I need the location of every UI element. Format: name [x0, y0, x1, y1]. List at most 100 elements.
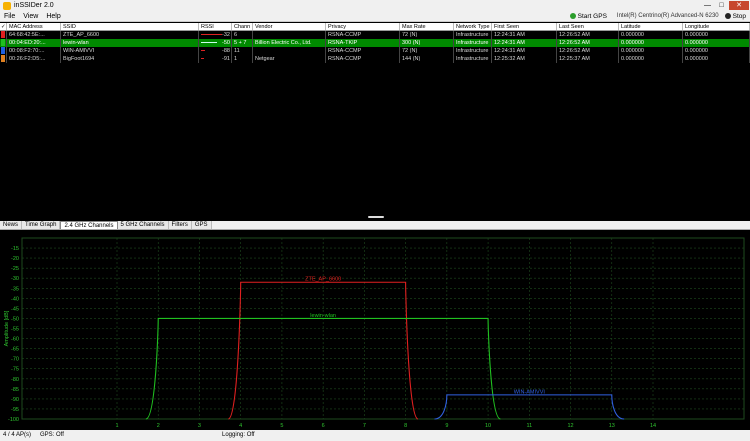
x-tick-label: 6	[322, 423, 325, 429]
start-gps-button[interactable]: Start GPS	[569, 13, 607, 20]
mac-cell: 00:04:ED:20:...	[7, 39, 61, 47]
y-tick-label: -80	[11, 377, 19, 383]
col-vendor-header[interactable]: Vendor	[253, 23, 326, 30]
mac-cell: 00:26:F2:D5:...	[7, 55, 61, 63]
series-color-swatch	[1, 47, 5, 54]
col-maxrate-header[interactable]: Max Rate	[400, 23, 454, 30]
lastseen-cell: 12:25:37 AM	[557, 55, 619, 63]
privacy-cell: RSNA-CCMP	[326, 55, 400, 63]
tab-filters[interactable]: Filters	[168, 221, 192, 229]
channel-cell: 6	[232, 31, 253, 39]
x-tick-label: 2	[157, 423, 160, 429]
menu-help[interactable]: Help	[42, 13, 64, 20]
lastseen-cell: 12:26:52 AM	[557, 31, 619, 39]
firstseen-cell: 12:24:31 AM	[492, 47, 557, 55]
app-icon	[3, 1, 11, 10]
splitter-handle[interactable]	[368, 216, 384, 218]
rssi-bar	[201, 50, 205, 52]
rssi-bar	[201, 42, 217, 44]
y-tick-label: -95	[11, 407, 19, 413]
mac-cell: 00:08:F2:70:...	[7, 47, 61, 55]
channel-graph: -15 -20 -25 -30 -35 -40 -45 -50 -55 -60 -65 -70 -75 -…	[0, 230, 750, 430]
stop-button[interactable]: Stop	[724, 12, 746, 20]
x-tick-label: 7	[363, 423, 366, 429]
latitude-cell: 0.000000	[619, 39, 683, 47]
ssid-cell: BigFoot1694	[61, 55, 199, 63]
table-header: ✓ MAC Address SSID RSSI Chann Vendor Pri…	[0, 23, 750, 31]
ssid-cell: ZTE_AP_6600	[61, 31, 199, 39]
series-label: ZTE_AP_6600	[305, 277, 341, 283]
col-rssi-header[interactable]: RSSI	[199, 23, 232, 30]
longitude-cell: 0.000000	[683, 31, 750, 39]
x-tick-label: 11	[526, 423, 532, 429]
table-row[interactable]: 00:04:ED:20:... lewin-wlan -50 5 + 7 Billion…	[0, 39, 750, 47]
maxrate-cell: 300 (N)	[400, 39, 454, 47]
table-row[interactable]: 64:68:42:5E:... ZTE_AP_6600 -32 6 RSNA-CCMP 7…	[0, 31, 750, 39]
minimize-button[interactable]: —	[701, 1, 714, 10]
network-table: ✓ MAC Address SSID RSSI Chann Vendor Pri…	[0, 23, 750, 63]
y-tick-label: -90	[11, 397, 19, 403]
longitude-cell: 0.000000	[683, 55, 750, 63]
latitude-cell: 0.000000	[619, 47, 683, 55]
tab-5ghz-channels[interactable]: 5 GHz Channels	[117, 221, 169, 229]
row-checkbox[interactable]	[0, 47, 7, 55]
y-tick-label: -55	[11, 327, 19, 333]
y-axis-label: Amplitude [dB]	[4, 310, 10, 346]
stop-icon	[724, 13, 731, 19]
row-checkbox[interactable]	[0, 39, 7, 47]
channel-chart: -15 -20 -25 -30 -35 -40 -45 -50 -55 -60 -65 -70 -75 -…	[4, 237, 745, 429]
col-longitude-header[interactable]: Longitude	[683, 23, 750, 30]
row-checkbox[interactable]	[0, 31, 7, 39]
title-bar: inSSIDer 2.0 — □ ✕	[0, 0, 750, 11]
close-button[interactable]: ✕	[729, 1, 749, 10]
col-check-header[interactable]: ✓	[0, 23, 7, 30]
col-firstseen-header[interactable]: First Seen	[492, 23, 557, 30]
rssi-cell: -88	[199, 47, 232, 55]
tab-gps[interactable]: GPS	[191, 221, 212, 229]
tab-24ghz-channels[interactable]: 2.4 GHz Channels	[60, 221, 118, 229]
row-checkbox[interactable]	[0, 55, 7, 63]
maxrate-cell: 72 (N)	[400, 47, 454, 55]
rssi-cell: -91	[199, 55, 232, 63]
series-label: WIN-AMIVVI	[514, 389, 546, 395]
tab-time-graph[interactable]: Time Graph	[22, 221, 61, 229]
longitude-cell: 0.000000	[683, 47, 750, 55]
menu-file[interactable]: File	[0, 13, 19, 20]
y-tick-label: -100	[8, 417, 19, 423]
x-tick-label: 1	[115, 423, 118, 429]
privacy-cell: RSNA-CCMP	[326, 31, 400, 39]
rssi-value: -32	[222, 32, 230, 38]
privacy-cell: RSNA-CCMP	[326, 47, 400, 55]
gps-icon	[569, 13, 576, 19]
x-tick-label: 4	[239, 423, 242, 429]
y-tick-label: -35	[11, 286, 19, 292]
y-tick-label: -30	[11, 276, 19, 282]
ssid-cell: WIN-AMIVVI	[61, 47, 199, 55]
y-tick-label: -60	[11, 337, 19, 343]
channel-cell: 1	[232, 55, 253, 63]
firstseen-cell: 12:25:32 AM	[492, 55, 557, 63]
maximize-button[interactable]: □	[715, 1, 728, 10]
col-nettype-header[interactable]: Network Type	[454, 23, 492, 30]
col-privacy-header[interactable]: Privacy	[326, 23, 400, 30]
table-row[interactable]: 00:26:F2:D5:... BigFoot1694 -91 1 Netgear RSN…	[0, 55, 750, 63]
col-lastseen-header[interactable]: Last Seen	[557, 23, 619, 30]
tab-news[interactable]: News	[0, 221, 23, 229]
rssi-bar	[201, 34, 222, 36]
col-mac-header[interactable]: MAC Address	[7, 23, 61, 30]
stop-label: Stop	[732, 12, 746, 20]
lastseen-cell: 12:26:52 AM	[557, 39, 619, 47]
series-color-swatch	[1, 39, 5, 46]
status-bar: 4 / 4 AP(s) GPS: Off Logging: Off	[0, 430, 750, 441]
col-ssid-header[interactable]: SSID	[61, 23, 199, 30]
col-latitude-header[interactable]: Latitude	[619, 23, 683, 30]
longitude-cell: 0.000000	[683, 39, 750, 47]
menu-view[interactable]: View	[19, 13, 42, 20]
x-tick-label: 9	[445, 423, 448, 429]
vendor-cell	[253, 47, 326, 55]
col-channel-header[interactable]: Chann	[232, 23, 253, 30]
adapter-selector[interactable]: Intel(R) Centrino(R) Advanced-N 6230	[617, 13, 719, 19]
rssi-cell: -50	[199, 39, 232, 47]
table-row[interactable]: 00:08:F2:70:... WIN-AMIVVI -88 11 RSNA-CCMP 7…	[0, 47, 750, 55]
mac-cell: 64:68:42:5E:...	[7, 31, 61, 39]
